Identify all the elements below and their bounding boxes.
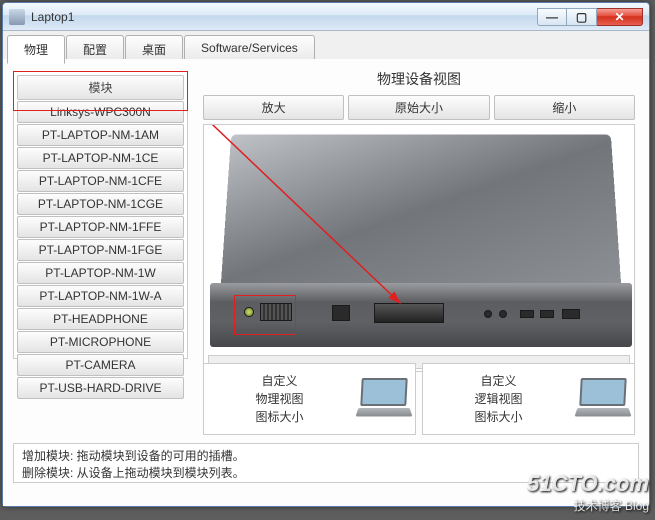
- module-item[interactable]: PT-LAPTOP-NM-1AM: [17, 124, 184, 146]
- zoom-original-button[interactable]: 原始大小: [348, 95, 489, 120]
- module-item[interactable]: PT-LAPTOP-NM-1FGE: [17, 239, 184, 261]
- icon-size-panels: 自定义 物理视图 图标大小 自定义 逻辑视图 图标大小: [199, 363, 639, 435]
- module-item[interactable]: Linksys-WPC300N: [17, 101, 184, 123]
- logical-icon-preview[interactable]: [576, 378, 630, 420]
- help-line-1: 增加模块: 拖动模块到设备的可用的插槽。: [22, 448, 630, 465]
- highlight-box-slot: [234, 295, 296, 335]
- module-item[interactable]: PT-LAPTOP-NM-1CFE: [17, 170, 184, 192]
- logical-icon-size-label: 自定义 逻辑视图 图标大小: [427, 372, 570, 426]
- titlebar[interactable]: Laptop1 — ▢ ✕: [3, 3, 649, 31]
- usb-port-1[interactable]: [520, 310, 534, 318]
- window-title: Laptop1: [31, 10, 537, 24]
- zoom-out-button[interactable]: 缩小: [494, 95, 635, 120]
- app-icon: [9, 9, 25, 25]
- logical-icon-size-panel: 自定义 逻辑视图 图标大小: [422, 363, 635, 435]
- watermark-domain: 51CTO.com: [527, 471, 649, 497]
- module-item[interactable]: PT-LAPTOP-NM-1W: [17, 262, 184, 284]
- modules-sidebar: 模块 Linksys-WPC300N PT-LAPTOP-NM-1AM PT-L…: [13, 71, 188, 359]
- audio-jack-2[interactable]: [499, 310, 507, 318]
- module-item[interactable]: PT-MICROPHONE: [17, 331, 184, 353]
- physical-icon-size-label: 自定义 物理视图 图标大小: [208, 372, 351, 426]
- misc-port[interactable]: [562, 309, 580, 319]
- usb-port-2[interactable]: [540, 310, 554, 318]
- close-button[interactable]: ✕: [597, 8, 643, 26]
- minimize-button[interactable]: —: [537, 8, 567, 26]
- content-area: 模块 Linksys-WPC300N PT-LAPTOP-NM-1AM PT-L…: [3, 59, 649, 506]
- physical-icon-preview[interactable]: [357, 378, 411, 420]
- device-view-title: 物理设备视图: [199, 63, 639, 95]
- expansion-slot[interactable]: [374, 303, 444, 323]
- main-panel: 物理设备视图 放大 原始大小 缩小: [199, 63, 639, 372]
- watermark-sub: 技术博客 Blog: [527, 497, 649, 514]
- maximize-button[interactable]: ▢: [567, 8, 597, 26]
- laptop-lid: [220, 134, 621, 290]
- module-item[interactable]: PT-LAPTOP-NM-1CE: [17, 147, 184, 169]
- module-item[interactable]: PT-CAMERA: [17, 354, 184, 376]
- module-item[interactable]: PT-LAPTOP-NM-1W-A: [17, 285, 184, 307]
- ethernet-port[interactable]: [332, 305, 350, 321]
- watermark: 51CTO.com 技术博客 Blog: [527, 471, 649, 514]
- physical-icon-size-panel: 自定义 物理视图 图标大小: [203, 363, 416, 435]
- device-view[interactable]: [203, 124, 635, 372]
- module-item[interactable]: PT-LAPTOP-NM-1CGE: [17, 193, 184, 215]
- module-item[interactable]: PT-USB-HARD-DRIVE: [17, 377, 184, 399]
- app-window: Laptop1 — ▢ ✕ 物理 配置 桌面 Software/Services…: [2, 2, 650, 507]
- zoom-in-button[interactable]: 放大: [203, 95, 344, 120]
- module-item[interactable]: PT-LAPTOP-NM-1FFE: [17, 216, 184, 238]
- modules-header: 模块: [17, 75, 184, 100]
- module-item[interactable]: PT-HEADPHONE: [17, 308, 184, 330]
- audio-jack-1[interactable]: [484, 310, 492, 318]
- tab-physical[interactable]: 物理: [7, 35, 65, 64]
